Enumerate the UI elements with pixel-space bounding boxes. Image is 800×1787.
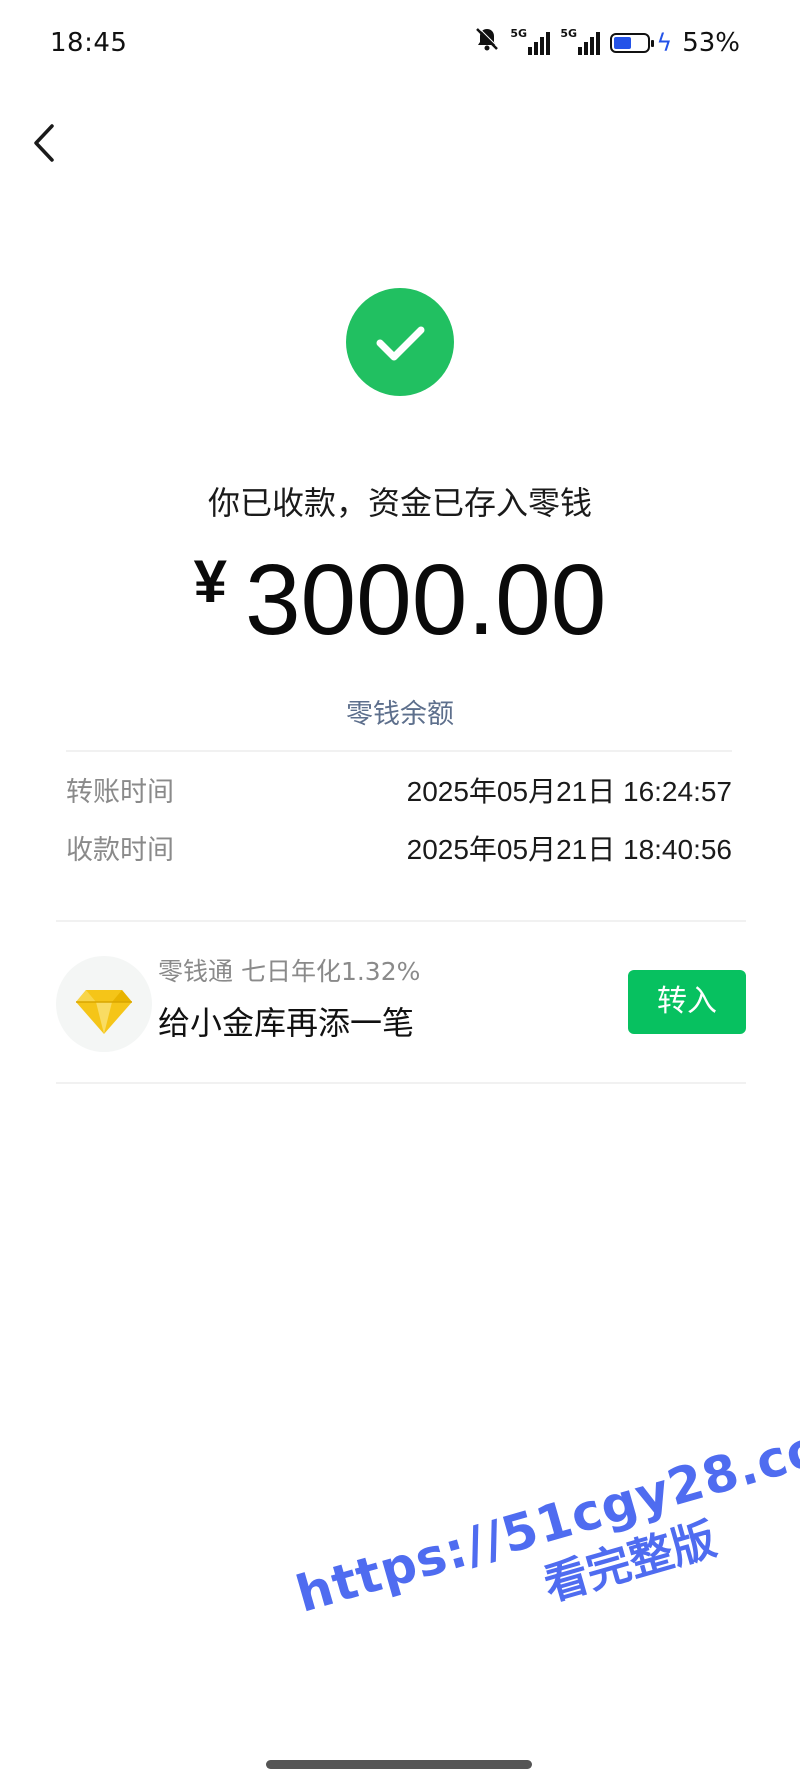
amount-value: 3000.00 — [244, 544, 607, 656]
divider — [66, 750, 732, 752]
signal-label: 5G — [510, 26, 528, 40]
promo-subtitle: 零钱通 七日年化1.32% — [158, 957, 421, 986]
receive-time-value: 2025年05月21日 18:40:56 — [406, 834, 732, 865]
battery-icon — [610, 32, 655, 53]
diamond-icon — [56, 956, 152, 1052]
receive-time-row: 收款时间 2025年05月21日 18:40:56 — [66, 828, 732, 868]
transfer-time-label: 转账时间 — [66, 777, 174, 808]
check-circle-icon — [346, 288, 454, 396]
status-icons: 5G 5G ϟ 53% — [474, 26, 740, 59]
promo-title: 给小金库再添一笔 — [158, 1004, 415, 1042]
back-button[interactable] — [28, 118, 62, 168]
signal-label: 5G — [560, 26, 578, 40]
status-bar: 18:45 5G 5G ϟ 53% — [0, 0, 800, 92]
diamond-glyph — [76, 990, 132, 1034]
charging-bolt-icon: ϟ — [656, 28, 673, 57]
home-indicator[interactable] — [266, 1760, 532, 1769]
received-message: 你已收款，资金已存入零钱 — [207, 484, 592, 522]
divider — [56, 920, 746, 922]
bell-muted-icon — [474, 26, 500, 59]
status-time: 18:45 — [50, 28, 128, 58]
check-icon — [376, 326, 425, 361]
battery-percent: 53% — [682, 27, 740, 58]
divider — [56, 1082, 746, 1084]
transfer-time-row: 转账时间 2025年05月21日 16:24:57 — [66, 770, 732, 810]
lingqiantong-promo[interactable]: 零钱通 七日年化1.32% 给小金库再添一笔 转入 — [56, 950, 746, 1060]
signal-5g-icon: 5G — [510, 26, 551, 55]
currency-symbol: ¥ — [193, 548, 227, 615]
chevron-left-icon — [34, 124, 54, 162]
amount-display: ¥3000.00 — [0, 550, 800, 650]
signal-5g-icon: 5G — [560, 26, 601, 55]
watermark: https://51cgy28.com 看完整版 — [290, 1404, 800, 1680]
transfer-time-value: 2025年05月21日 16:24:57 — [406, 776, 732, 807]
balance-link[interactable]: 零钱余额 — [0, 692, 800, 731]
receive-time-label: 收款时间 — [66, 835, 174, 866]
transfer-in-button[interactable]: 转入 — [628, 970, 746, 1034]
